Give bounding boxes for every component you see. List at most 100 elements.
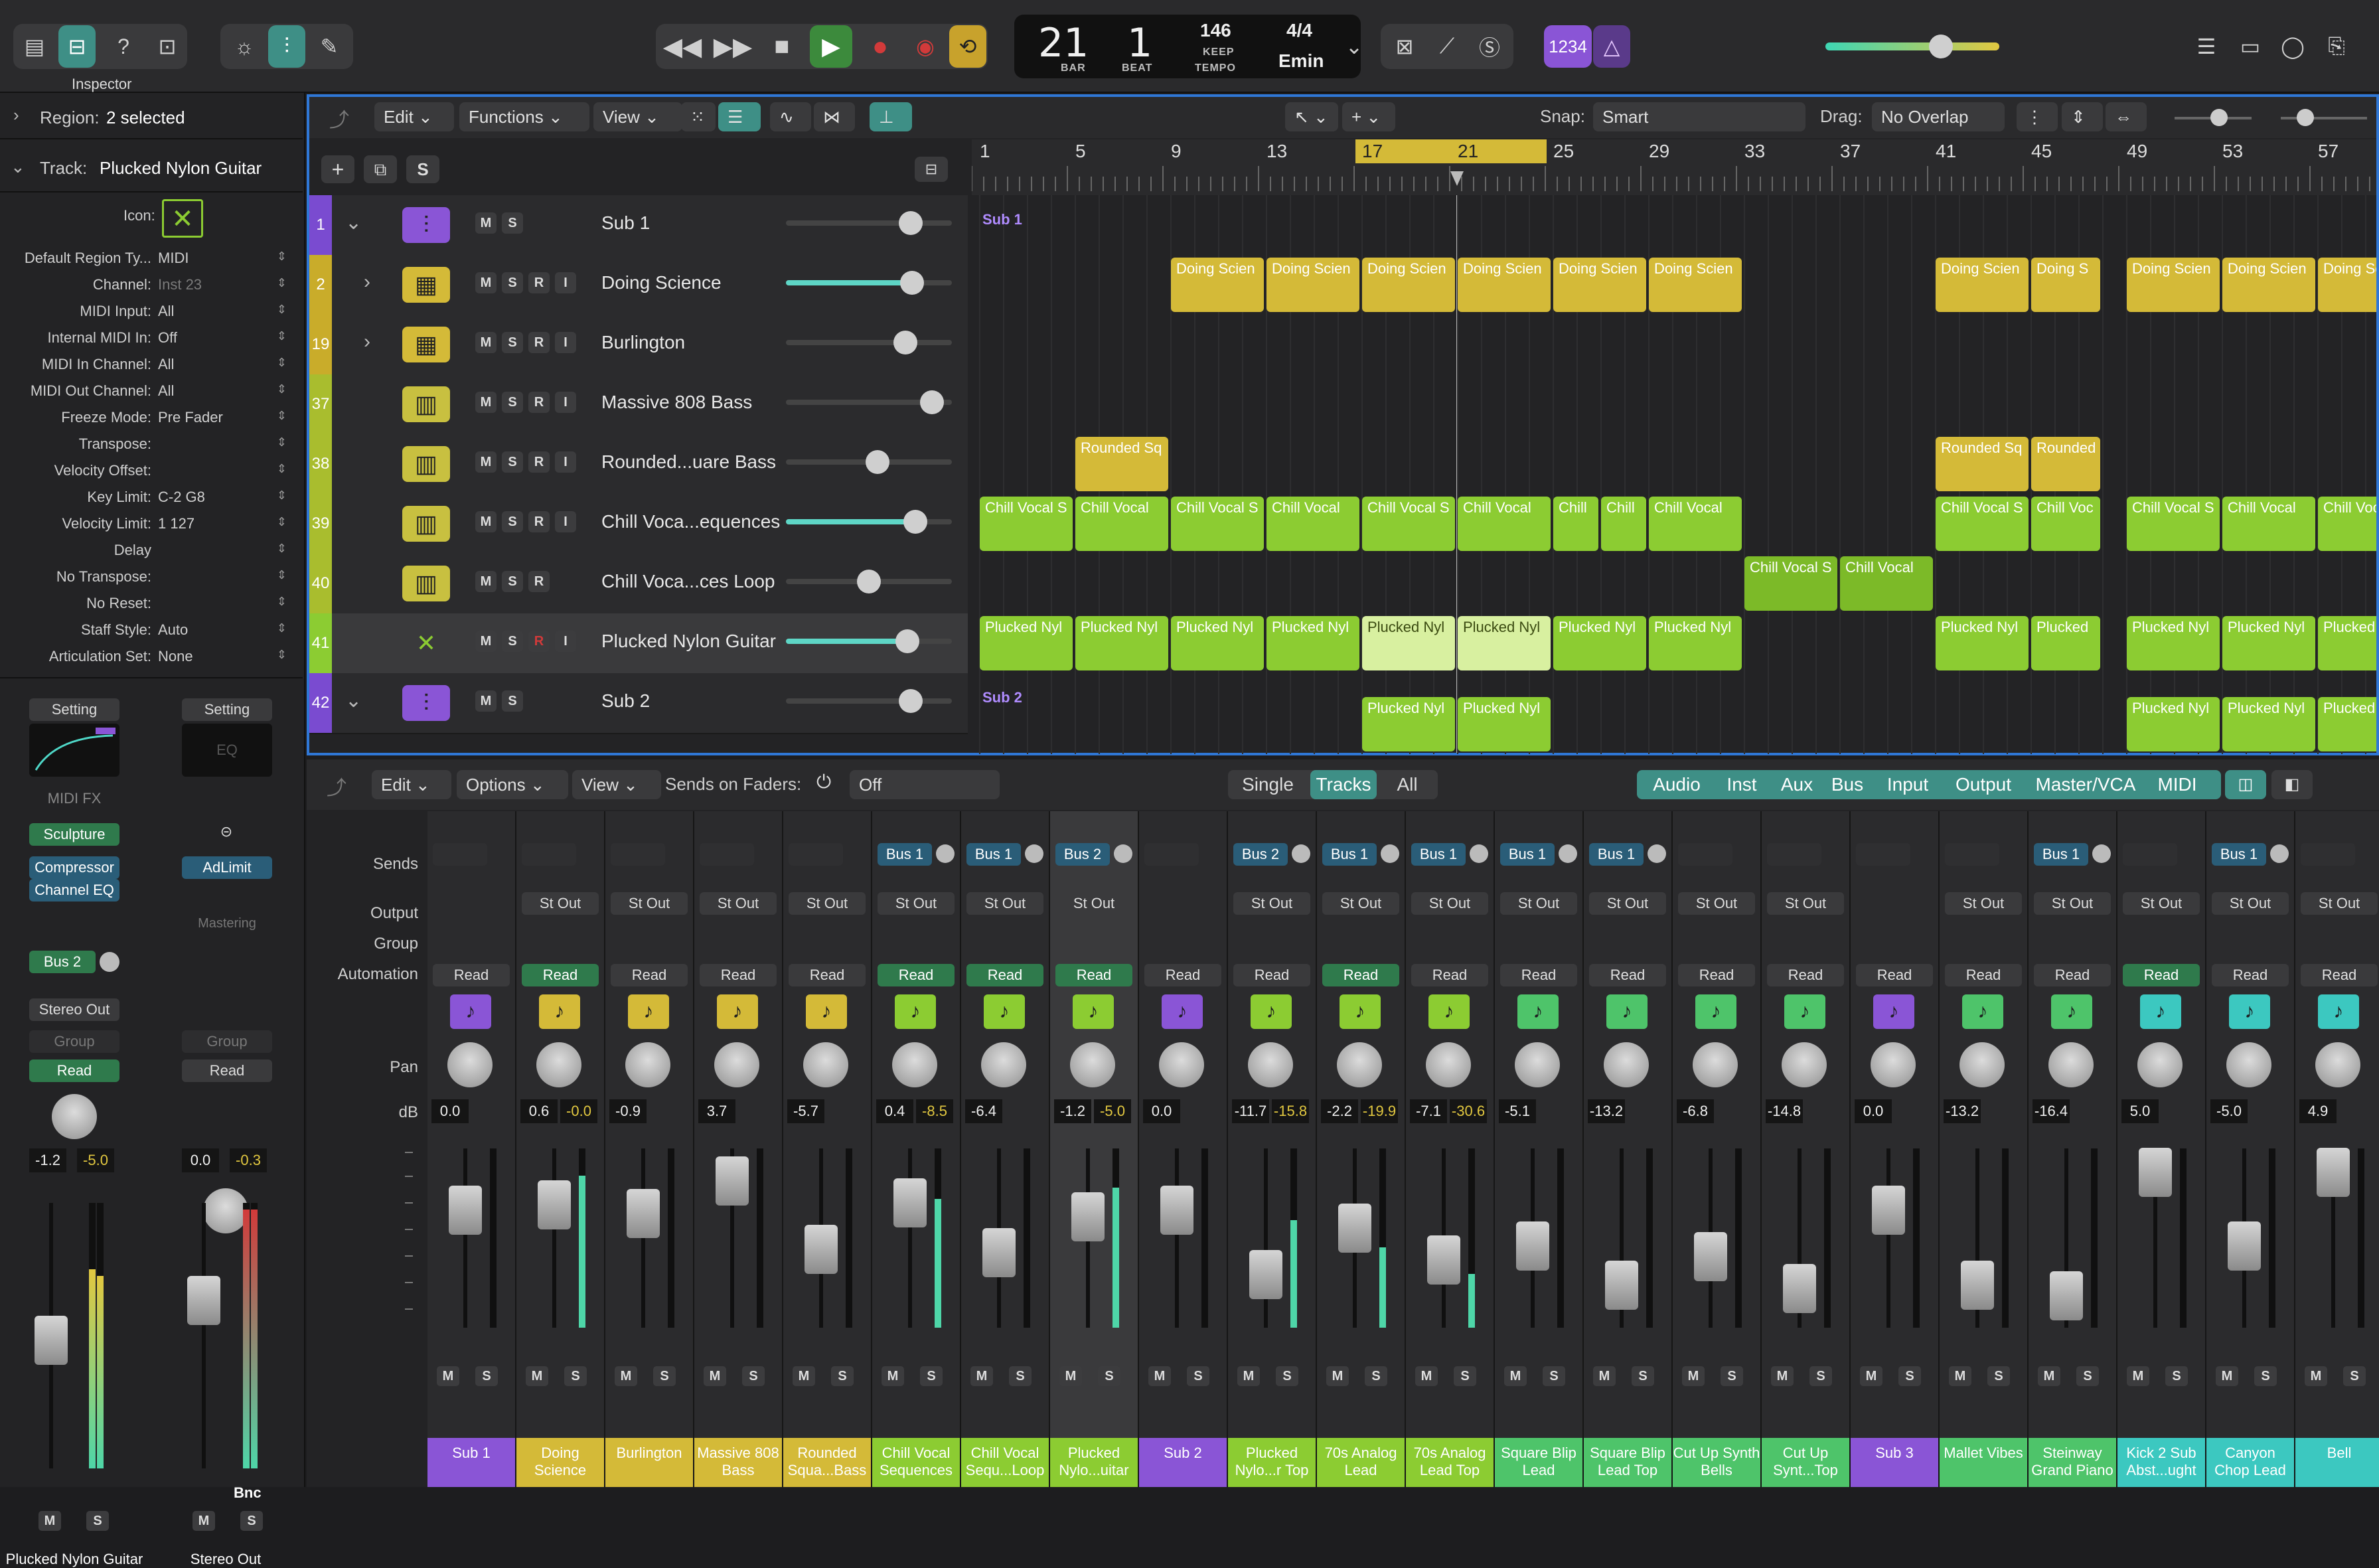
inspector-row[interactable]: Key Limit: C-2 G8 ⇕: [0, 489, 299, 515]
output-slot[interactable]: St Out: [1945, 892, 2022, 915]
volume-knob[interactable]: [893, 331, 917, 354]
region[interactable]: Plucked: [2318, 616, 2376, 670]
automation-mode[interactable]: Read: [1856, 964, 1933, 986]
volume-fader[interactable]: [538, 1180, 571, 1229]
output-slot[interactable]: St Out: [1500, 892, 1577, 915]
region[interactable]: Plucked Nyl: [1075, 616, 1168, 670]
mute-button[interactable]: M: [475, 392, 497, 413]
pan-knob[interactable]: [2137, 1042, 2183, 1087]
send-level-knob[interactable]: [1381, 844, 1399, 863]
solo-button[interactable]: S: [502, 631, 523, 652]
pan-knob[interactable]: [52, 1094, 97, 1139]
pointer-tool-icon[interactable]: ↖ ⌄: [1285, 102, 1338, 131]
balance-knob[interactable]: [203, 1188, 248, 1233]
solo-button[interactable]: S: [502, 272, 523, 293]
mute-button[interactable]: M: [1771, 1366, 1794, 1386]
record-enable-button[interactable]: R: [528, 571, 550, 592]
strip-name[interactable]: Plucked Nylo...r Top: [1228, 1438, 1316, 1487]
volume-fader[interactable]: [1516, 1221, 1549, 1271]
chevron-down-icon[interactable]: ⌄: [1341, 25, 1367, 68]
vertical-zoom-slider[interactable]: [2175, 109, 2252, 126]
region[interactable]: Doing Scien: [1553, 258, 1646, 312]
strip-name[interactable]: Sub 3: [1851, 1438, 1938, 1487]
strip-name[interactable]: Chill Vocal Sequ...Loop: [961, 1438, 1049, 1487]
automation-mode[interactable]: Read: [611, 964, 688, 986]
pan-knob[interactable]: [1248, 1042, 1293, 1087]
mute-button[interactable]: M: [475, 272, 497, 293]
mute-button[interactable]: M: [615, 1366, 637, 1386]
volume-fader[interactable]: [893, 1178, 927, 1227]
solo-button[interactable]: S: [502, 571, 523, 592]
send-slot[interactable]: [2123, 843, 2177, 866]
volume-slider[interactable]: [786, 629, 952, 653]
region[interactable]: Plucked Nyl: [1649, 616, 1742, 670]
send-slot[interactable]: Bus 1: [1589, 843, 1644, 866]
solo-button[interactable]: S: [1543, 1366, 1565, 1386]
group-slot[interactable]: Group: [29, 1030, 119, 1053]
stepper-icon[interactable]: ⇕: [277, 489, 287, 503]
pan-knob[interactable]: [892, 1042, 937, 1087]
pan-knob[interactable]: [1959, 1042, 2005, 1087]
region[interactable]: Rounded: [2031, 437, 2100, 491]
automation-mode[interactable]: Read: [789, 964, 866, 986]
send-slot[interactable]: [433, 843, 487, 866]
mute-button[interactable]: M: [1682, 1366, 1705, 1386]
region[interactable]: Plucked Nyl: [1458, 616, 1551, 670]
output-slot[interactable]: St Out: [1411, 892, 1488, 915]
mute-button[interactable]: M: [882, 1366, 904, 1386]
inspector-row[interactable]: Articulation Set: None ⇕: [0, 648, 299, 674]
solo-button[interactable]: S: [742, 1366, 765, 1386]
back-arrow-icon[interactable]: ⤴: [329, 104, 349, 133]
plugin-adlimit[interactable]: AdLimit: [182, 856, 272, 879]
mute-button[interactable]: M: [1148, 1366, 1171, 1386]
flex-icon[interactable]: ⋈: [814, 102, 855, 131]
region[interactable]: Chill Vocal S: [980, 497, 1073, 551]
region[interactable]: Chill Vocal S: [2318, 497, 2376, 551]
strip-name[interactable]: Rounded Squa...Bass: [783, 1438, 871, 1487]
send-slot[interactable]: Bus 1: [1411, 843, 1466, 866]
inspector-row[interactable]: Velocity Offset: ⇕: [0, 462, 299, 489]
automation-mode[interactable]: Read: [1945, 964, 2022, 986]
region[interactable]: Doing Scien: [1458, 258, 1551, 312]
volume-db[interactable]: -5.0: [2210, 1099, 2248, 1123]
region[interactable]: Chill: [1601, 497, 1646, 551]
solo-button[interactable]: S: [1098, 1366, 1120, 1386]
mute-button[interactable]: M: [704, 1366, 726, 1386]
strip-name[interactable]: Mallet Vibes: [1940, 1438, 2027, 1487]
send-slot[interactable]: Bus 1: [878, 843, 932, 866]
automation-mode[interactable]: Read: [1678, 964, 1755, 986]
rewind-icon[interactable]: ◀◀: [661, 25, 704, 68]
pan-knob[interactable]: [1337, 1042, 1382, 1087]
pan-knob[interactable]: [1070, 1042, 1115, 1087]
send-slot[interactable]: [2301, 843, 2355, 866]
solo-button[interactable]: S: [502, 332, 523, 353]
solo-button[interactable]: S: [1187, 1366, 1209, 1386]
volume-fader[interactable]: [716, 1156, 749, 1206]
mute-button[interactable]: M: [1326, 1366, 1349, 1386]
output-slot[interactable]: St Out: [1233, 892, 1310, 915]
inspector-row[interactable]: Default Region Ty... MIDI ⇕: [0, 250, 299, 276]
input-monitor-button[interactable]: I: [555, 631, 576, 652]
global-solo-button[interactable]: S: [406, 155, 439, 183]
output-slot[interactable]: St Out: [878, 892, 955, 915]
volume-db[interactable]: 4.9: [2299, 1099, 2337, 1123]
inspector-row[interactable]: MIDI Out Channel: All ⇕: [0, 382, 299, 409]
strip-name[interactable]: Sub 1: [427, 1438, 515, 1487]
pan-knob[interactable]: [1159, 1042, 1204, 1087]
solo-button[interactable]: S: [1365, 1366, 1387, 1386]
fast-forward-icon[interactable]: ▶▶: [712, 25, 754, 68]
volume-fader[interactable]: [1160, 1185, 1193, 1235]
volume-fader[interactable]: [982, 1228, 1016, 1278]
volume-fader[interactable]: [2050, 1271, 2083, 1321]
volume-fader[interactable]: [1338, 1203, 1371, 1253]
volume-slider[interactable]: [786, 570, 952, 593]
volume-slider[interactable]: [786, 331, 952, 354]
solo-button[interactable]: S: [502, 690, 523, 712]
region[interactable]: Chill Vocal: [1458, 497, 1551, 551]
mixer-icon[interactable]: ⫶: [268, 25, 305, 68]
solo-button[interactable]: S: [1809, 1366, 1832, 1386]
inspector-row[interactable]: Delay ⇕: [0, 542, 299, 568]
stepper-icon[interactable]: ⇕: [277, 462, 287, 476]
pan-knob[interactable]: [1693, 1042, 1738, 1087]
volume-fader[interactable]: [35, 1316, 68, 1365]
